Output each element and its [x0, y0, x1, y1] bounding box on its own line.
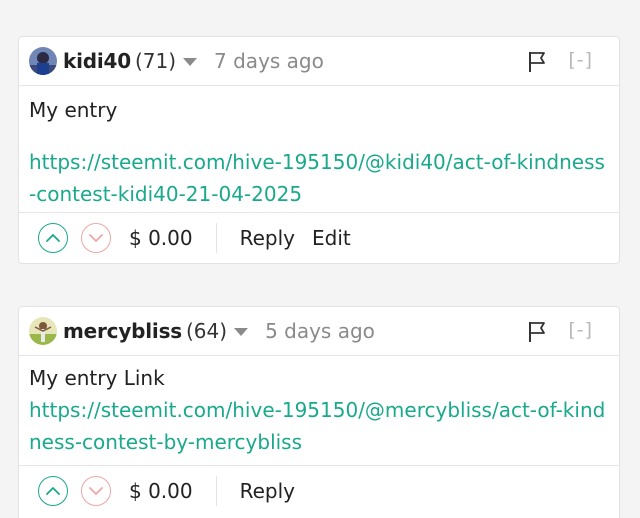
comment-footer: $ 0.00 Reply Edit — [19, 212, 619, 263]
collapse-toggle[interactable]: [-] — [568, 319, 593, 341]
comment-header: mercybliss (64) 5 days ago [-] — [19, 307, 619, 356]
comment-link[interactable]: https://steemit.com/hive-195150/@kidi40/… — [19, 146, 619, 210]
author-reputation: (71) — [134, 49, 177, 73]
timestamp[interactable]: 7 days ago — [214, 49, 324, 73]
comment-link[interactable]: https://steemit.com/hive-195150/@mercybl… — [19, 394, 619, 458]
divider — [215, 223, 217, 253]
comment-body: My entry — [29, 98, 118, 122]
author-name[interactable]: mercybliss — [63, 319, 182, 343]
timestamp[interactable]: 5 days ago — [265, 319, 375, 343]
downvote-icon[interactable] — [81, 476, 111, 506]
comment-card: mercybliss (64) 5 days ago [-] My entry … — [18, 306, 620, 518]
downvote-icon[interactable] — [81, 223, 111, 253]
comment-header: kidi40 (71) 7 days ago [-] — [19, 37, 619, 86]
avatar[interactable] — [29, 317, 57, 345]
chevron-down-icon[interactable] — [183, 58, 198, 66]
flag-icon[interactable] — [527, 51, 547, 73]
divider — [215, 476, 217, 506]
edit-button[interactable]: Edit — [312, 226, 351, 250]
payout-value[interactable]: $ 0.00 — [129, 226, 193, 250]
flag-icon[interactable] — [527, 321, 547, 343]
author-reputation: (64) — [186, 319, 228, 343]
reply-button[interactable]: Reply — [240, 479, 295, 503]
chevron-down-icon[interactable] — [234, 328, 249, 336]
reply-button[interactable]: Reply — [240, 226, 295, 250]
collapse-toggle[interactable]: [-] — [568, 49, 593, 71]
avatar[interactable] — [29, 47, 57, 75]
comment-body: My entry Link — [29, 366, 165, 390]
author-name[interactable]: kidi40 — [63, 49, 131, 73]
comment-card: kidi40 (71) 7 days ago [-] My entry http… — [18, 36, 620, 264]
comment-footer: $ 0.00 Reply — [19, 465, 619, 516]
upvote-icon[interactable] — [38, 223, 68, 253]
payout-value[interactable]: $ 0.00 — [129, 479, 193, 503]
upvote-icon[interactable] — [38, 476, 68, 506]
